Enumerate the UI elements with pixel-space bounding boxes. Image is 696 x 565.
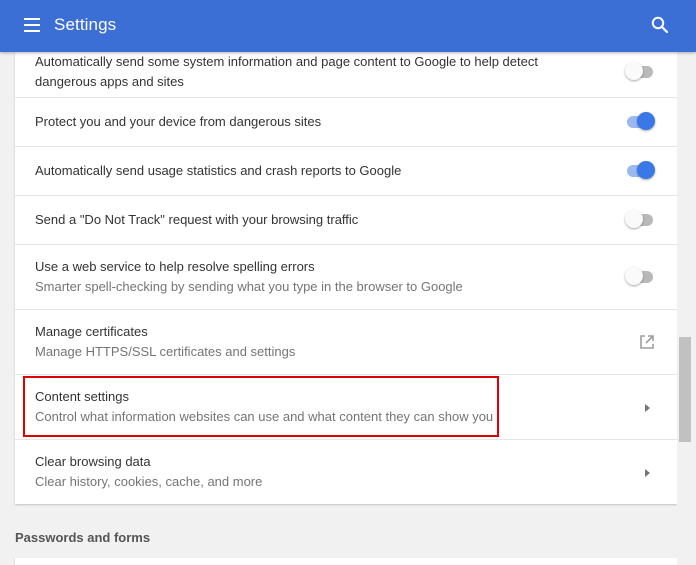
scrollbar-thumb[interactable]: [679, 337, 691, 442]
setting-label: Automatically send some system informati…: [35, 54, 538, 69]
app-header: Settings: [0, 0, 696, 52]
arrow-right-icon[interactable]: [643, 468, 651, 478]
setting-label: Use a web service to help resolve spelli…: [35, 259, 315, 274]
toggle-do-not-track[interactable]: [625, 209, 655, 231]
external-link-icon[interactable]: [639, 334, 655, 350]
setting-row-safe-browsing[interactable]: Protect you and your device from dangero…: [15, 98, 677, 147]
privacy-settings-card: Automatically send some system informati…: [15, 52, 677, 504]
setting-row-do-not-track[interactable]: Send a "Do Not Track" request with your …: [15, 196, 677, 245]
page-title: Settings: [54, 15, 117, 34]
toggle-usage-stats[interactable]: [625, 160, 655, 182]
menu-icon[interactable]: [24, 18, 40, 32]
setting-label: Manage certificates: [35, 324, 148, 339]
passwords-settings-card: [15, 558, 677, 565]
setting-sublabel: Smarter spell-checking by sending what y…: [35, 279, 463, 294]
toggle-spelling[interactable]: [625, 266, 655, 288]
section-title-passwords: Passwords and forms: [15, 530, 151, 545]
setting-label: Automatically send usage statistics and …: [35, 163, 402, 178]
setting-sublabel: Clear history, cookies, cache, and more: [35, 474, 263, 489]
arrow-right-icon[interactable]: [643, 403, 651, 413]
search-icon[interactable]: [650, 15, 670, 35]
setting-row-spelling[interactable]: Use a web service to help resolve spelli…: [15, 245, 677, 310]
setting-row-usage-stats[interactable]: Automatically send usage statistics and …: [15, 147, 677, 196]
setting-label-continued: dangerous apps and sites: [35, 74, 184, 89]
scrollbar[interactable]: [677, 52, 696, 565]
toggle-system-info[interactable]: [625, 61, 655, 83]
setting-label: Send a "Do Not Track" request with your …: [35, 212, 359, 227]
toggle-safe-browsing[interactable]: [625, 111, 655, 133]
setting-row-clear-browsing-data[interactable]: Clear browsing data Clear history, cooki…: [15, 440, 677, 504]
settings-scroll-area: Automatically send some system informati…: [0, 52, 696, 565]
setting-sublabel: Manage HTTPS/SSL certificates and settin…: [35, 344, 296, 359]
setting-row-manage-certificates[interactable]: Manage certificates Manage HTTPS/SSL cer…: [15, 310, 677, 375]
content-settings-highlight: [23, 376, 499, 437]
setting-label: Clear browsing data: [35, 454, 151, 469]
setting-row-system-info[interactable]: Automatically send some system informati…: [15, 52, 677, 98]
setting-label: Protect you and your device from dangero…: [35, 114, 322, 129]
